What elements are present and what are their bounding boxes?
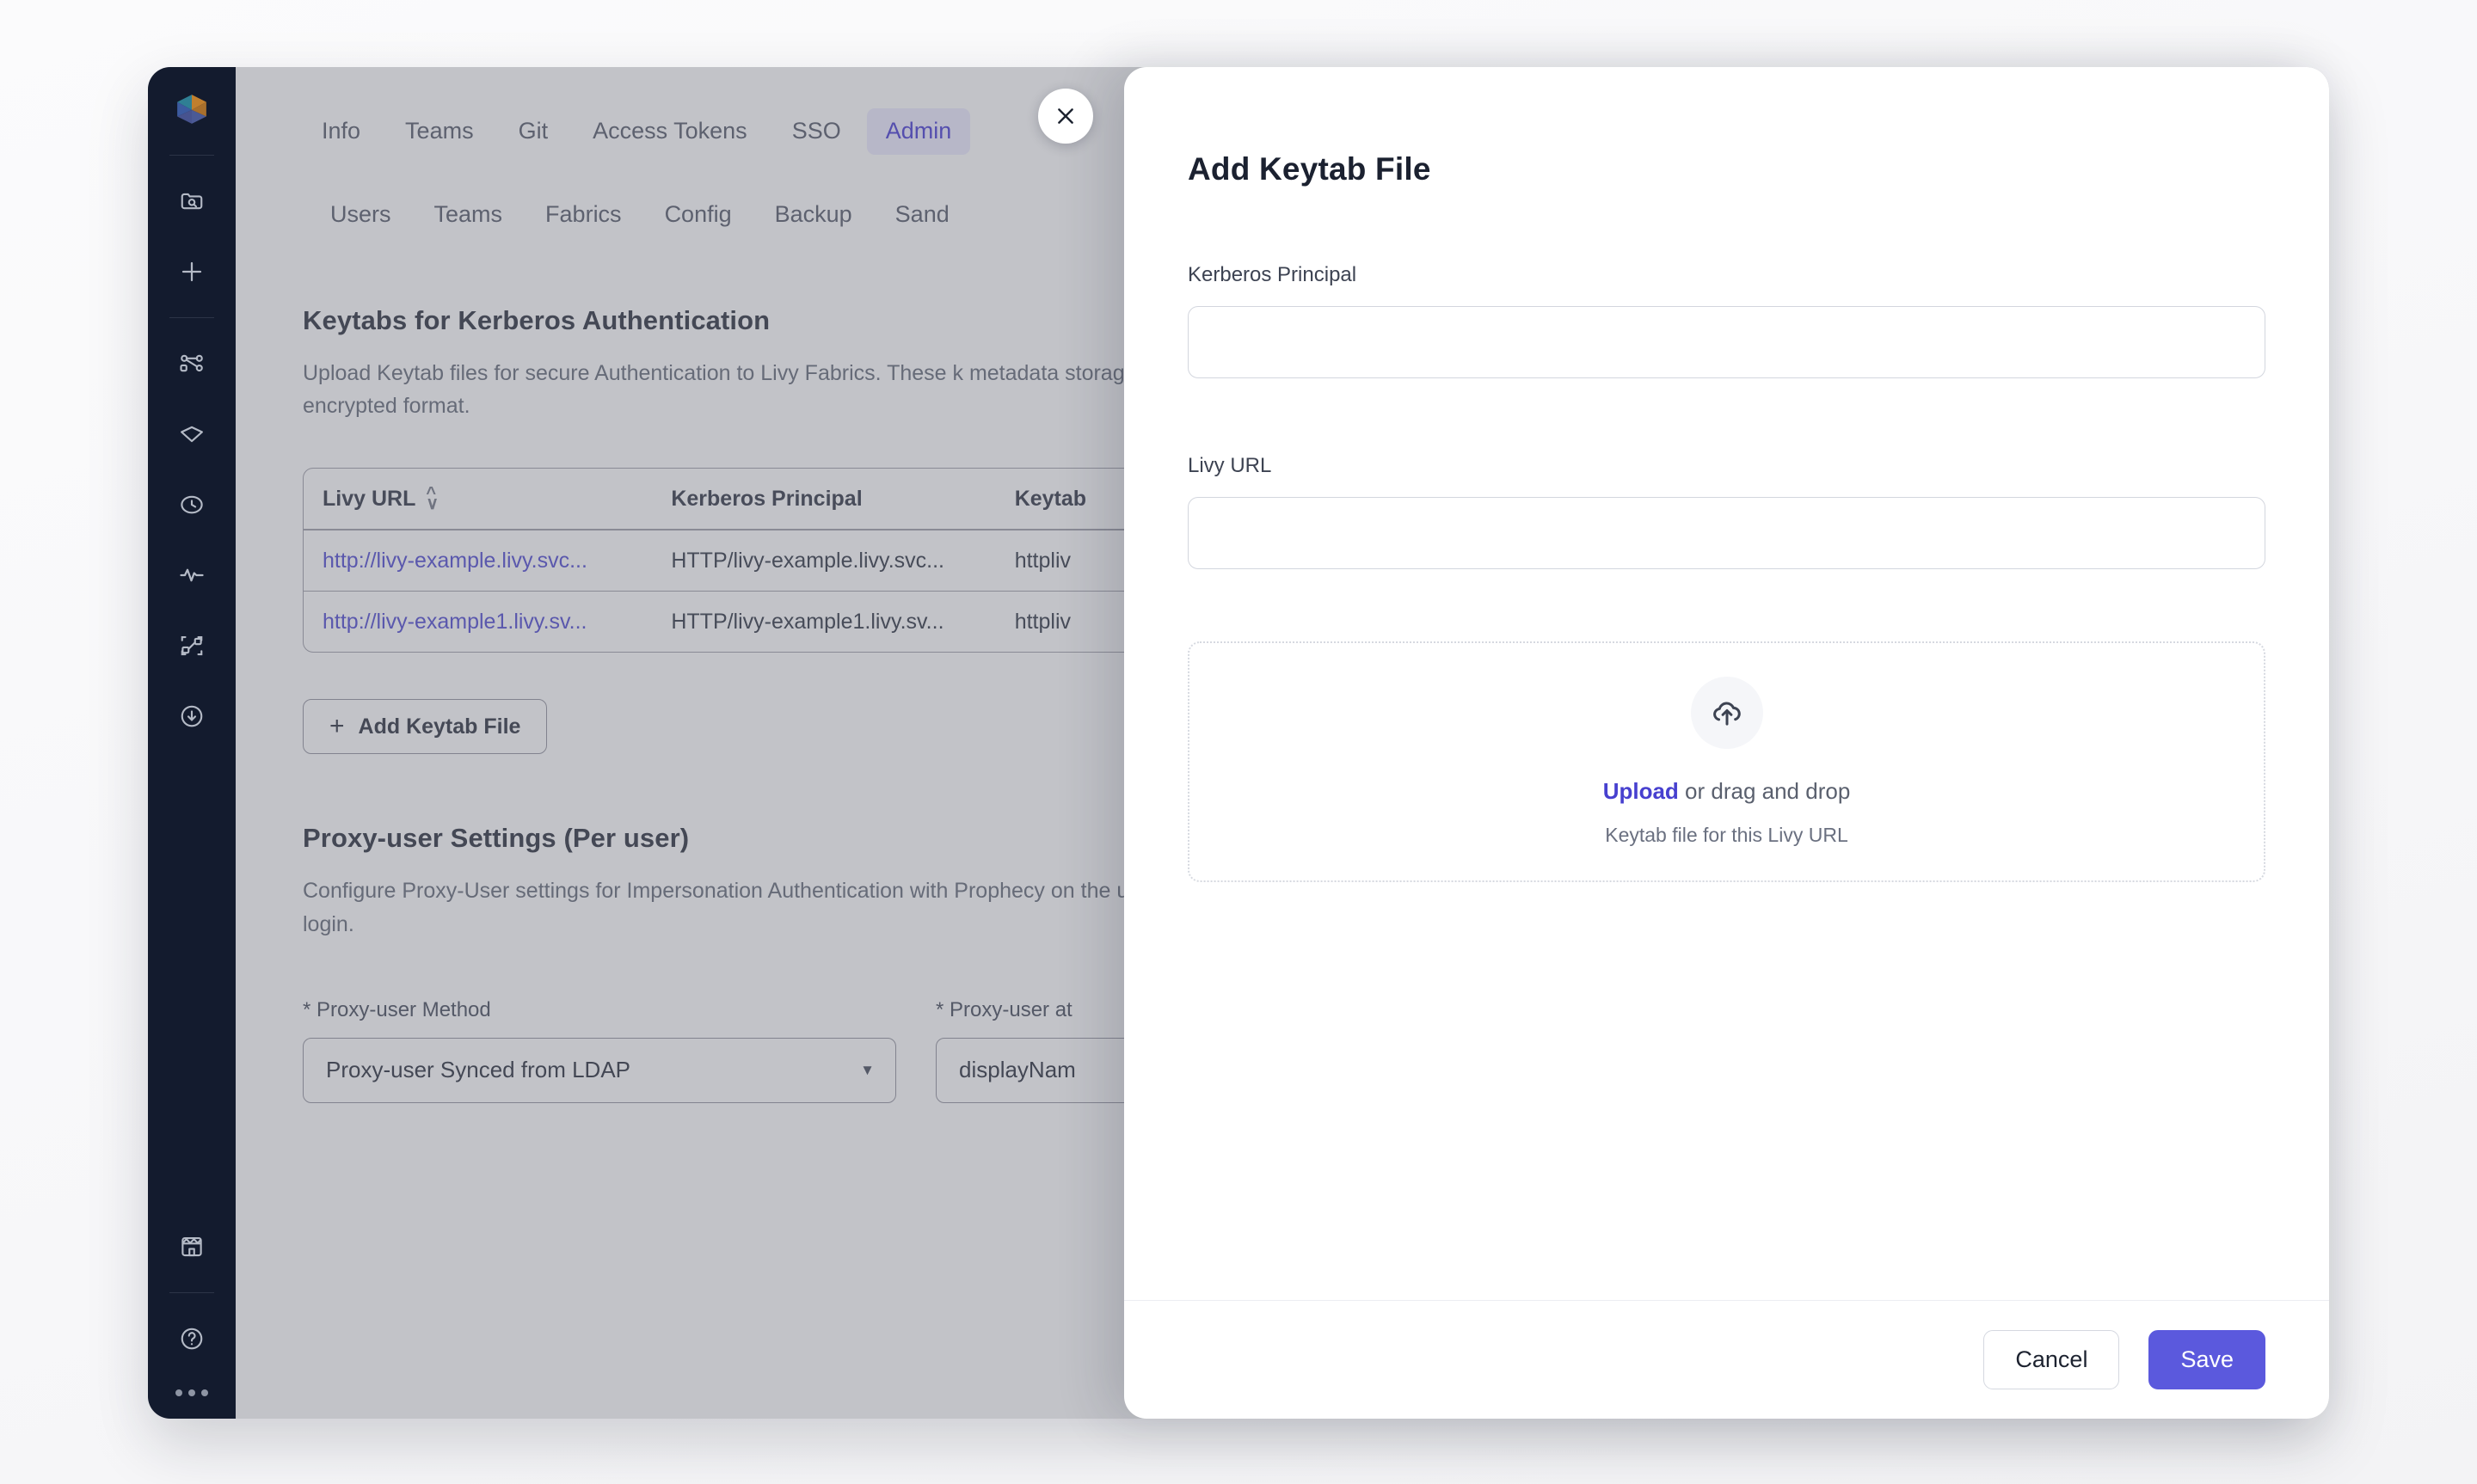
rail-divider — [169, 155, 214, 156]
kerberos-principal-field: Kerberos Principal — [1188, 263, 2265, 378]
dot-icon — [175, 1389, 182, 1396]
rail-item-gems[interactable] — [168, 410, 216, 458]
rail-item-create-new[interactable] — [168, 248, 216, 296]
rail-divider — [169, 317, 214, 318]
upload-link[interactable]: Upload — [1603, 778, 1679, 804]
rail-divider — [169, 1292, 214, 1293]
rail-item-scheduled-jobs[interactable] — [168, 481, 216, 529]
modal-footer: Cancel Save — [1124, 1300, 2329, 1419]
kerberos-principal-input[interactable] — [1188, 306, 2265, 378]
livy-url-field: Livy URL — [1188, 454, 2265, 569]
kerberos-principal-label: Kerberos Principal — [1188, 263, 1357, 286]
cancel-button[interactable]: Cancel — [1983, 1330, 2120, 1389]
dot-icon — [188, 1389, 195, 1396]
modal-title: Add Keytab File — [1188, 151, 1431, 187]
rail-item-package-hub[interactable] — [168, 1223, 216, 1271]
livy-url-input[interactable] — [1188, 497, 2265, 569]
close-icon — [1058, 108, 1073, 124]
save-button[interactable]: Save — [2148, 1330, 2265, 1389]
left-nav-rail — [148, 67, 236, 1419]
rail-item-lineage[interactable] — [168, 622, 216, 670]
rail-item-pipelines[interactable] — [168, 340, 216, 388]
prophecy-logo[interactable] — [169, 86, 215, 132]
dropzone-hint-text: Keytab file for this Livy URL — [1605, 824, 1848, 846]
cloud-upload-icon — [1690, 677, 1763, 749]
add-keytab-file-modal: Add Keytab File Kerberos Principal Livy … — [1124, 67, 2329, 1419]
rail-item-monitoring[interactable] — [168, 551, 216, 599]
modal-body: Add Keytab File Kerberos Principal Livy … — [1124, 67, 2329, 1300]
rail-item-search-projects[interactable] — [168, 177, 216, 225]
rail-overflow-menu[interactable] — [175, 1389, 208, 1396]
screen: Info Teams Git Access Tokens SSO Admin U… — [0, 0, 2477, 1484]
rail-item-deployments[interactable] — [168, 692, 216, 740]
keytab-file-dropzone[interactable]: Upload or drag and drop Keytab file for … — [1188, 641, 2265, 882]
close-modal-button[interactable] — [1038, 89, 1093, 144]
dropzone-primary-suffix: or drag and drop — [1678, 778, 1851, 804]
livy-url-label: Livy URL — [1188, 454, 1272, 477]
dot-icon — [201, 1389, 208, 1396]
dropzone-primary-text: Upload or drag and drop — [1603, 778, 1851, 805]
rail-item-help[interactable] — [168, 1315, 216, 1363]
